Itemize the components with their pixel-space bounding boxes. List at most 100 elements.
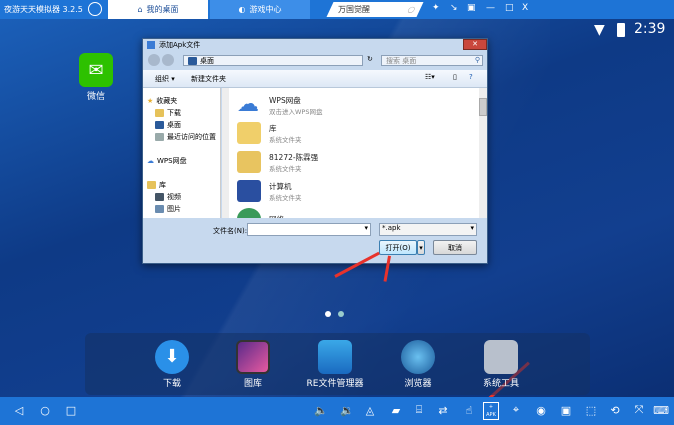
tab-game-center[interactable]: ◐ 游戏中心	[210, 0, 310, 19]
cancel-button[interactable]: 取消	[433, 240, 477, 255]
apk-label: APK	[486, 412, 496, 418]
search-input[interactable]: 万国觉醒 ○	[326, 2, 424, 17]
touch-icon[interactable]: ☝	[462, 402, 476, 418]
new-folder-button[interactable]: 新建文件夹	[191, 74, 226, 84]
cancel-label: 取消	[448, 243, 462, 252]
user-folder-icon	[237, 151, 261, 173]
nav-wps[interactable]: ☁ WPS网盘	[147, 156, 187, 166]
help-icon[interactable]: ?	[469, 73, 473, 81]
tab-label: 游戏中心	[249, 5, 282, 14]
dropdown-icon: ▾	[470, 224, 474, 232]
game-icon: ◐	[238, 5, 246, 14]
file-list-scrollbar[interactable]	[479, 88, 487, 218]
refresh-icon[interactable]: ↻	[367, 55, 373, 63]
file-desc: 系统文件夹	[269, 135, 302, 144]
app-label: 下载	[162, 379, 181, 389]
browser-icon	[401, 340, 435, 374]
nav-label: 下载	[167, 109, 181, 117]
download-icon: ⬇	[155, 340, 189, 374]
nav-downloads[interactable]: 下载	[155, 108, 181, 118]
keyboard-icon[interactable]: ⌨	[653, 402, 669, 418]
nav-recent[interactable]: 最近访问的位置	[155, 132, 216, 142]
system-tools-icon	[484, 340, 518, 374]
recent-apps-icon[interactable]: □	[64, 402, 78, 418]
nav-pictures[interactable]: 图片	[155, 204, 181, 214]
keymap-icon[interactable]: ◬	[363, 402, 377, 418]
close-button[interactable]: X	[522, 3, 528, 13]
location-icon[interactable]: ⌖	[509, 402, 523, 418]
open-dropdown-button[interactable]: ▾	[417, 240, 425, 255]
file-desc: 系统文件夹	[269, 164, 302, 173]
nav-scrollbar[interactable]	[222, 88, 229, 218]
file-item[interactable]: 81272-陈霖强 系统文件夹	[237, 151, 318, 173]
app-re-file-manager[interactable]: RE文件管理器	[300, 340, 370, 389]
file-name: 库	[269, 123, 277, 133]
sync-icon[interactable]: ⇄	[436, 402, 450, 418]
rotate-icon[interactable]: ⟲	[608, 402, 622, 418]
trash-icon[interactable]: ⌸	[412, 402, 426, 418]
network-icon	[237, 208, 261, 218]
app-label: 系统工具	[482, 379, 519, 389]
scrollbar-thumb[interactable]	[479, 98, 487, 116]
minimize-button[interactable]: —	[486, 3, 495, 13]
dialog-search-input[interactable]: 搜索 桌面 ⚲	[381, 55, 483, 66]
screenshot-icon[interactable]: ⬚	[584, 402, 598, 418]
nav-favorites[interactable]: ★ 收藏夹	[147, 96, 177, 106]
nav-label: 视频	[167, 193, 181, 201]
page-dot-active[interactable]	[325, 311, 331, 317]
emulator-bottom-toolbar: ◁ ○ □ 🔈 🔉 ◬ ▰ ⌸ ⇄ ☝ + APK ⌖ ◉ ▣ ⬚ ⟲ ⤧ ⌨	[0, 397, 674, 425]
forward-button[interactable]	[162, 54, 174, 66]
nav-videos[interactable]: 视频	[155, 192, 181, 202]
pin-icon[interactable]: ✦	[432, 3, 440, 13]
desktop-icon	[155, 121, 164, 129]
fullscreen-icon[interactable]: ⤧	[632, 402, 646, 418]
search-icon: ⚲	[474, 56, 480, 64]
back-icon[interactable]: ◁	[12, 402, 26, 418]
app-browser[interactable]: 浏览器	[383, 340, 453, 389]
install-apk-button[interactable]: + APK	[483, 402, 499, 420]
preview-pane-icon[interactable]: ▯	[453, 73, 457, 81]
search-icon: ○	[405, 5, 418, 14]
tab-my-desktop[interactable]: ⌂ 我的桌面	[108, 0, 208, 19]
maximize-button[interactable]: □	[505, 3, 514, 13]
app-label: RE文件管理器	[306, 379, 364, 389]
filename-input[interactable]: ▾	[247, 223, 371, 236]
plus-icon: +	[488, 404, 494, 410]
address-bar[interactable]: 桌面	[183, 55, 363, 66]
shrink-icon[interactable]: ↘	[450, 3, 458, 13]
library-icon	[147, 181, 156, 189]
page-dot[interactable]	[338, 311, 344, 317]
video-icon	[155, 193, 164, 201]
nav-label: 最近访问的位置	[167, 133, 216, 141]
nav-library[interactable]: 库	[147, 180, 166, 190]
camera-icon[interactable]: ◉	[534, 402, 548, 418]
filetype-select[interactable]: *.apk ▾	[379, 223, 477, 236]
open-button[interactable]: 打开(O)	[379, 240, 417, 255]
settings-icon[interactable]: ▣	[467, 3, 476, 13]
dialog-title: 添加Apk文件	[159, 41, 201, 49]
file-item[interactable]: 网络	[237, 208, 284, 218]
app-downloads[interactable]: ⬇ 下载	[137, 340, 207, 389]
file-item[interactable]: 计算机 系统文件夹	[237, 180, 302, 202]
volume-down-icon[interactable]: 🔈	[314, 402, 328, 418]
nav-desktop[interactable]: 桌面	[155, 120, 181, 130]
file-item[interactable]: ☁ WPS网盘 双击进入WPS网盘	[237, 94, 322, 116]
home-icon[interactable]: ○	[38, 402, 52, 418]
view-options-icon[interactable]: ☷▾	[425, 73, 435, 81]
app-system-tools[interactable]: 系统工具	[466, 340, 536, 389]
nav-label: 图片	[167, 205, 181, 213]
back-button[interactable]	[148, 54, 160, 66]
user-icon[interactable]	[88, 2, 102, 16]
app-label: 图库	[243, 379, 262, 389]
file-item[interactable]: 库系统文件夹	[237, 122, 302, 144]
app-wechat[interactable]: ✉ 微信	[70, 53, 122, 102]
filetype-value: *.apk	[382, 224, 401, 232]
shared-folder-icon[interactable]: ▣	[559, 402, 573, 418]
organize-menu[interactable]: 组织 ▾	[155, 74, 175, 84]
toolbox-icon[interactable]: ▰	[389, 402, 403, 418]
dialog-close-button[interactable]: ✕	[463, 39, 487, 50]
file-name: 计算机	[269, 181, 292, 191]
volume-up-icon[interactable]: 🔉	[340, 402, 354, 418]
clock: 2:39	[634, 21, 666, 37]
app-gallery[interactable]: 图库	[218, 340, 288, 389]
